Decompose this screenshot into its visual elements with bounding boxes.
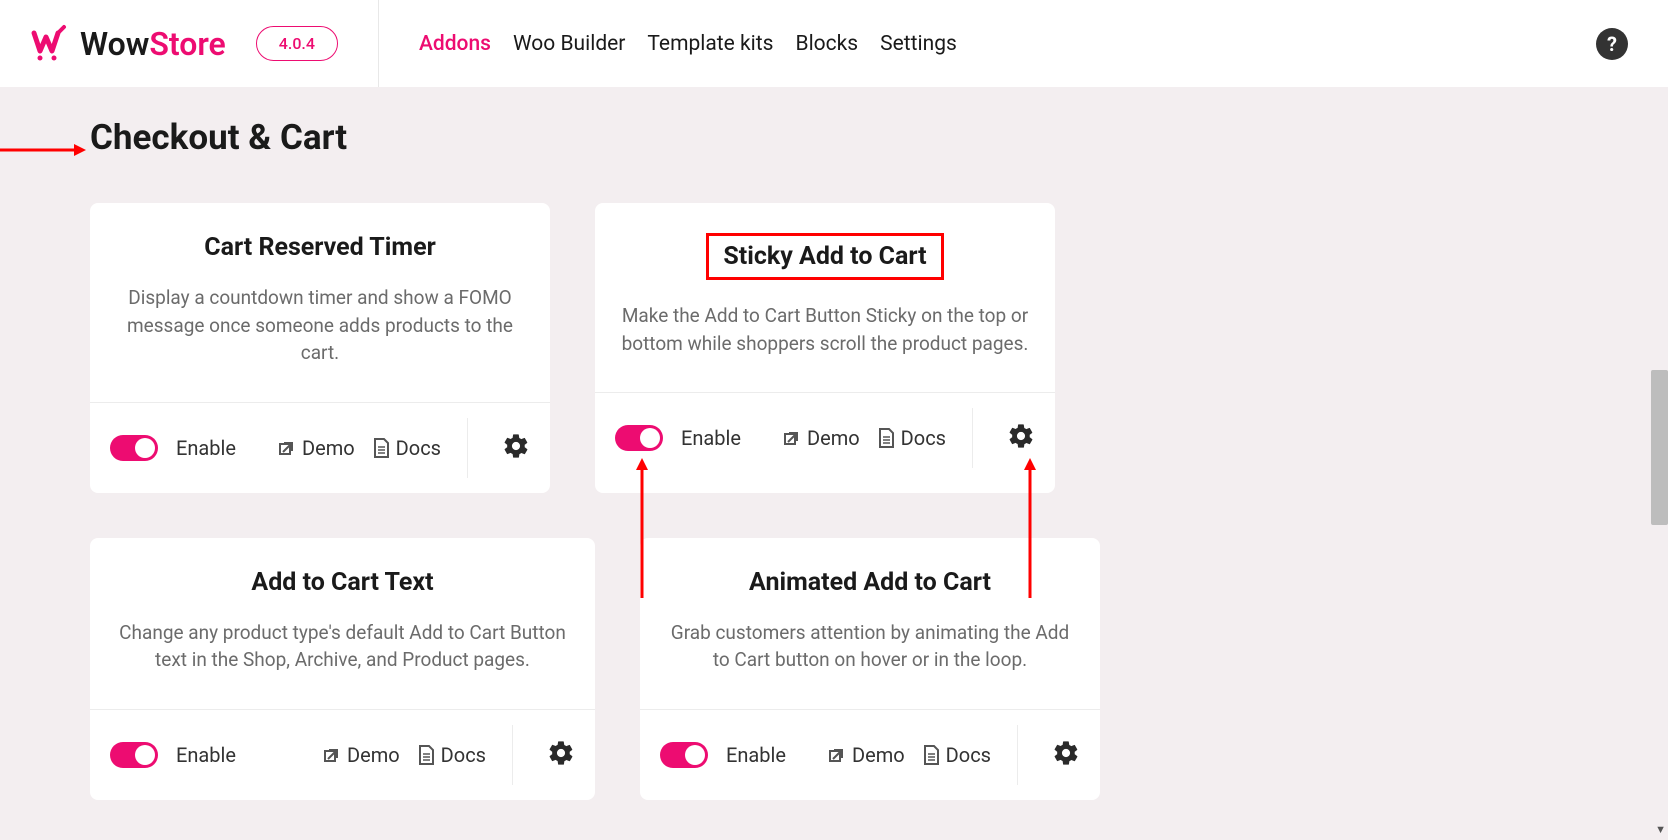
header-divider [378,0,379,87]
card-sticky-add-to-cart: Sticky Add to Cart Make the Add to Cart … [595,203,1055,493]
annotation-arrow-toggle [632,458,652,602]
settings-gear-icon[interactable] [1052,739,1080,771]
demo-label: Demo [852,743,905,767]
settings-gear-icon[interactable] [502,432,530,464]
card-footer: Enable Demo Docs [90,709,595,800]
annotation-arrow-title [0,140,86,164]
scroll-down-arrow-icon[interactable]: ▼ [1655,823,1666,836]
docs-label: Docs [396,436,441,460]
settings-gear-icon[interactable] [547,739,575,771]
card-body: Add to Cart Text Change any product type… [90,538,595,709]
demo-link[interactable]: Demo [783,426,860,450]
wowstore-logo-icon [30,23,70,65]
card-title: Animated Add to Cart [749,568,991,597]
enable-toggle[interactable] [615,425,663,451]
app-header: WowStore 4.0.4 Addons Woo Builder Templa… [0,0,1668,87]
footer-divider [512,725,513,785]
annotation-arrow-gear [1020,458,1040,602]
demo-label: Demo [807,426,860,450]
card-description: Change any product type's default Add to… [115,619,570,674]
card-description: Display a countdown timer and show a FOM… [115,284,525,367]
section-title: Checkout & Cart [90,117,1578,158]
footer-divider [1017,725,1018,785]
nav-addons[interactable]: Addons [419,32,491,56]
card-footer: Enable Demo Docs [595,392,1055,483]
addon-cards: Cart Reserved Timer Display a countdown … [90,203,1578,800]
docs-link[interactable]: Docs [878,426,946,450]
enable-label: Enable [726,743,786,767]
card-description: Make the Add to Cart Button Sticky on th… [620,302,1030,357]
brand-suffix: Store [149,25,225,63]
brand-name: WowStore [80,25,226,63]
demo-label: Demo [347,743,400,767]
version-badge: 4.0.4 [256,26,338,61]
card-title: Cart Reserved Timer [204,233,435,262]
nav-blocks[interactable]: Blocks [795,32,858,56]
card-title: Sticky Add to Cart [706,233,943,280]
external-link-icon [783,429,801,447]
card-title: Add to Cart Text [251,568,433,597]
demo-link[interactable]: Demo [278,436,355,460]
card-cart-reserved-timer: Cart Reserved Timer Display a countdown … [90,203,550,493]
brand-prefix: Wow [80,25,149,63]
document-icon [878,428,895,448]
footer-divider [467,418,468,478]
enable-toggle[interactable] [660,742,708,768]
enable-label: Enable [681,426,741,450]
external-link-icon [278,439,296,457]
nav-template-kits[interactable]: Template kits [647,32,773,56]
document-icon [373,438,390,458]
demo-link[interactable]: Demo [323,743,400,767]
enable-label: Enable [176,436,236,460]
docs-label: Docs [946,743,991,767]
docs-link[interactable]: Docs [373,436,441,460]
brand-logo: WowStore [30,23,226,65]
card-description: Grab customers attention by animating th… [665,619,1075,674]
card-body: Sticky Add to Cart Make the Add to Cart … [595,203,1055,392]
external-link-icon [323,746,341,764]
card-footer: Enable Demo Docs [90,402,550,493]
card-body: Cart Reserved Timer Display a countdown … [90,203,550,402]
external-link-icon [828,746,846,764]
card-footer: Enable Demo Docs [640,709,1100,800]
content-area: Checkout & Cart Cart Reserved Timer Disp… [0,87,1668,830]
document-icon [418,745,435,765]
nav-settings[interactable]: Settings [880,32,957,56]
nav-woo-builder[interactable]: Woo Builder [513,32,625,56]
vertical-scrollbar[interactable] [1651,370,1668,525]
footer-divider [972,408,973,468]
demo-link[interactable]: Demo [828,743,905,767]
help-icon[interactable]: ? [1596,28,1628,60]
enable-label: Enable [176,743,236,767]
enable-toggle[interactable] [110,435,158,461]
docs-label: Docs [901,426,946,450]
docs-link[interactable]: Docs [418,743,486,767]
docs-label: Docs [441,743,486,767]
settings-gear-icon[interactable] [1007,422,1035,454]
enable-toggle[interactable] [110,742,158,768]
demo-label: Demo [302,436,355,460]
card-add-to-cart-text: Add to Cart Text Change any product type… [90,538,595,800]
docs-link[interactable]: Docs [923,743,991,767]
main-nav: Addons Woo Builder Template kits Blocks … [419,32,957,56]
document-icon [923,745,940,765]
